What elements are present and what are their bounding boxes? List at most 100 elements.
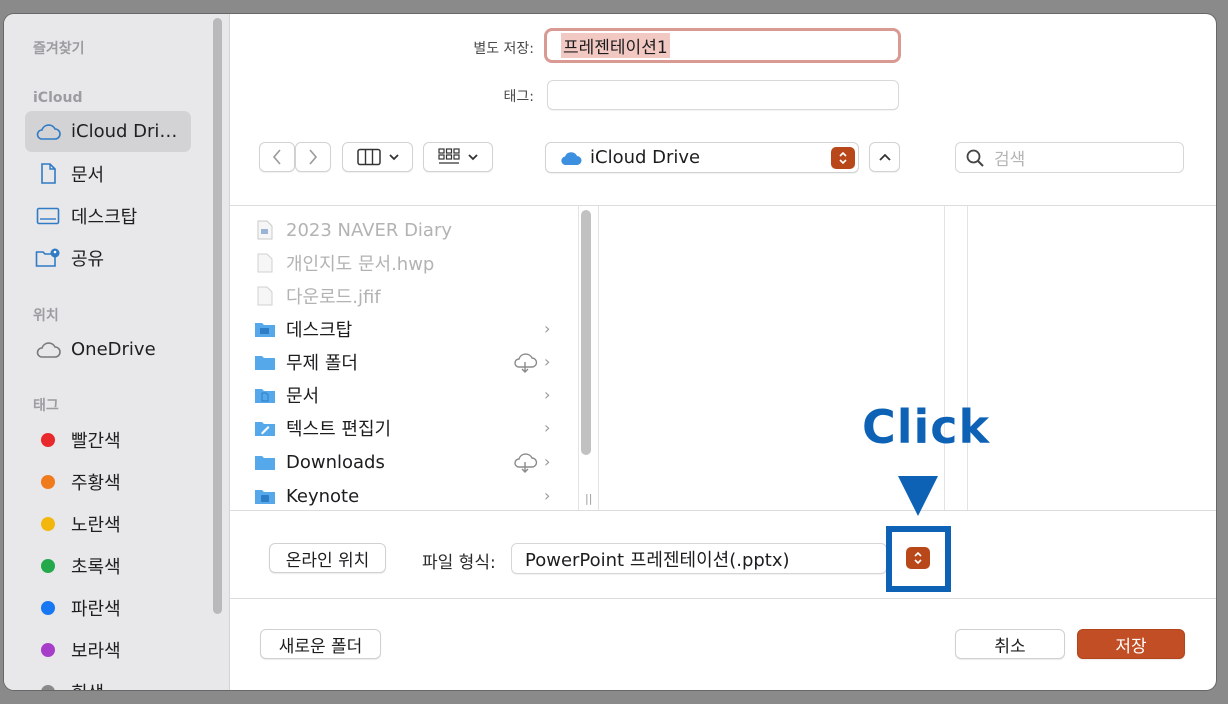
folder-name: Downloads bbox=[286, 451, 385, 473]
file-format-label: 파일 형식: bbox=[422, 553, 496, 573]
click-highlight-box bbox=[886, 526, 951, 592]
sidebar-item-label: 주황색 bbox=[71, 472, 121, 494]
sidebar-tag-red[interactable]: 빨간색 bbox=[25, 419, 191, 460]
folder-icon bbox=[254, 452, 276, 472]
folder-name: 무제 폴더 bbox=[286, 353, 358, 374]
view-mode-button[interactable] bbox=[342, 142, 413, 172]
sidebar-header-favorites: 즐겨찾기 bbox=[33, 41, 85, 57]
sidebar-item-label: iCloud Dri… bbox=[71, 121, 178, 142]
tag-color-dot bbox=[41, 558, 55, 573]
sidebar-item-label: 빨간색 bbox=[71, 430, 121, 452]
new-folder-button[interactable]: 새로운 폴더 bbox=[260, 629, 381, 659]
sidebar-tag-blue[interactable]: 파란색 bbox=[25, 587, 191, 628]
save-as-value: 프레젠테이션1 bbox=[561, 33, 670, 58]
folder-item[interactable]: 데스크탑 bbox=[254, 314, 564, 344]
sidebar-item-label: 데스크탑 bbox=[71, 206, 138, 228]
search-field[interactable]: 검색 bbox=[955, 142, 1184, 173]
file-name: 2023 NAVER Diary bbox=[286, 219, 453, 241]
folder-icon bbox=[254, 486, 276, 506]
folder-name: 텍스트 편집기 bbox=[286, 419, 392, 440]
up-down-chevron-icon bbox=[839, 151, 847, 165]
chevron-right-icon: › bbox=[544, 352, 551, 371]
chevron-up-icon bbox=[878, 153, 891, 161]
divider bbox=[230, 205, 1216, 206]
icloud-icon bbox=[561, 151, 582, 165]
columns-view-icon bbox=[356, 148, 381, 166]
tag-color-dot bbox=[41, 474, 55, 489]
cancel-button[interactable]: 취소 bbox=[955, 629, 1065, 659]
forward-button[interactable] bbox=[295, 142, 331, 172]
online-location-button[interactable]: 온라인 위치 bbox=[269, 543, 386, 573]
desktop-icon bbox=[35, 207, 61, 225]
chevron-right-icon: › bbox=[544, 452, 551, 471]
tags-label: 태그: bbox=[503, 89, 534, 105]
column-divider bbox=[944, 206, 945, 510]
folder-item[interactable]: 텍스트 편집기 bbox=[254, 413, 564, 443]
sidebar-tag-orange[interactable]: 주황색 bbox=[25, 461, 191, 502]
column-scrollbar[interactable] bbox=[581, 210, 591, 455]
sidebar-item-documents[interactable]: 문서 bbox=[25, 153, 191, 194]
file-icon bbox=[254, 220, 276, 240]
divider bbox=[230, 598, 1216, 599]
sidebar-item-onedrive[interactable]: OneDrive bbox=[25, 329, 191, 370]
save-as-input[interactable]: 프레젠테이션1 bbox=[544, 28, 901, 63]
sidebar-item-icloud-drive[interactable]: iCloud Dri… bbox=[25, 111, 191, 152]
cloud-icon bbox=[35, 341, 61, 359]
sidebar-tag-yellow[interactable]: 노란색 bbox=[25, 503, 191, 544]
document-icon bbox=[35, 162, 61, 185]
folder-item[interactable]: 문서 bbox=[254, 380, 564, 410]
tag-color-dot bbox=[41, 516, 55, 531]
file-item: 개인지도 문서.hwp bbox=[254, 248, 564, 278]
location-stepper[interactable] bbox=[831, 147, 855, 169]
file-item: 2023 NAVER Diary bbox=[254, 215, 564, 245]
sidebar-tag-purple[interactable]: 보라색 bbox=[25, 629, 191, 670]
file-name: 개인지도 문서.hwp bbox=[286, 254, 435, 275]
search-icon bbox=[966, 149, 984, 167]
column-divider bbox=[967, 206, 968, 510]
grid-icon bbox=[438, 148, 460, 164]
column-divider bbox=[578, 206, 579, 510]
save-dialog: 즐겨찾기 iCloud iCloud Dri… 문서 데스크탑 공유 위치 On… bbox=[4, 14, 1216, 690]
sidebar-header-tags: 태그 bbox=[33, 398, 59, 414]
sidebar-item-label: OneDrive bbox=[71, 339, 156, 360]
chevron-right-icon: › bbox=[544, 418, 551, 437]
chevron-right-icon bbox=[309, 149, 318, 165]
file-format-popup[interactable]: PowerPoint 프레젠테이션(.pptx) bbox=[511, 543, 887, 574]
sidebar-scrollbar[interactable] bbox=[213, 18, 222, 614]
tag-color-dot bbox=[41, 642, 55, 657]
search-placeholder: 검색 bbox=[994, 150, 1026, 170]
sidebar-tag-green[interactable]: 초록색 bbox=[25, 545, 191, 586]
cloud-download-icon[interactable] bbox=[512, 353, 538, 377]
sidebar-item-label: 회색 bbox=[71, 679, 104, 691]
chevron-down-icon bbox=[468, 154, 478, 161]
save-button[interactable]: 저장 bbox=[1077, 629, 1185, 659]
sidebar-item-shared[interactable]: 공유 bbox=[25, 237, 191, 278]
chevron-left-icon bbox=[272, 149, 281, 165]
chevron-right-icon: › bbox=[544, 486, 551, 505]
sidebar-header-locations: 위치 bbox=[33, 308, 59, 324]
sidebar-tag-gray[interactable]: 회색 bbox=[25, 671, 191, 690]
location-label: iCloud Drive bbox=[590, 147, 701, 168]
folder-item[interactable]: Keynote bbox=[254, 481, 564, 511]
column-divider bbox=[598, 206, 599, 510]
file-item: 다운로드.jfif bbox=[254, 281, 564, 311]
folder-icon bbox=[254, 319, 276, 339]
chevron-right-icon: › bbox=[544, 385, 551, 404]
folder-icon bbox=[254, 385, 276, 405]
group-button[interactable] bbox=[423, 142, 493, 172]
sidebar-item-label: 노란색 bbox=[71, 514, 121, 536]
folder-name: Keynote bbox=[286, 485, 360, 507]
sidebar-item-desktop[interactable]: 데스크탑 bbox=[25, 195, 191, 236]
location-popup[interactable]: iCloud Drive bbox=[545, 142, 859, 173]
collapse-button[interactable] bbox=[869, 142, 900, 172]
cloud-download-icon[interactable] bbox=[512, 453, 538, 477]
folder-name: 데스크탑 bbox=[286, 320, 353, 341]
file-name: 다운로드.jfif bbox=[286, 287, 381, 308]
sidebar: 즐겨찾기 iCloud iCloud Dri… 문서 데스크탑 공유 위치 On… bbox=[4, 14, 230, 690]
sidebar-item-label: 보라색 bbox=[71, 640, 121, 662]
column-resize-handle-icon[interactable]: || bbox=[585, 492, 592, 505]
tag-color-dot bbox=[41, 432, 55, 447]
back-button[interactable] bbox=[259, 142, 295, 172]
folder-name: 문서 bbox=[286, 386, 320, 407]
tags-input[interactable] bbox=[547, 80, 899, 110]
